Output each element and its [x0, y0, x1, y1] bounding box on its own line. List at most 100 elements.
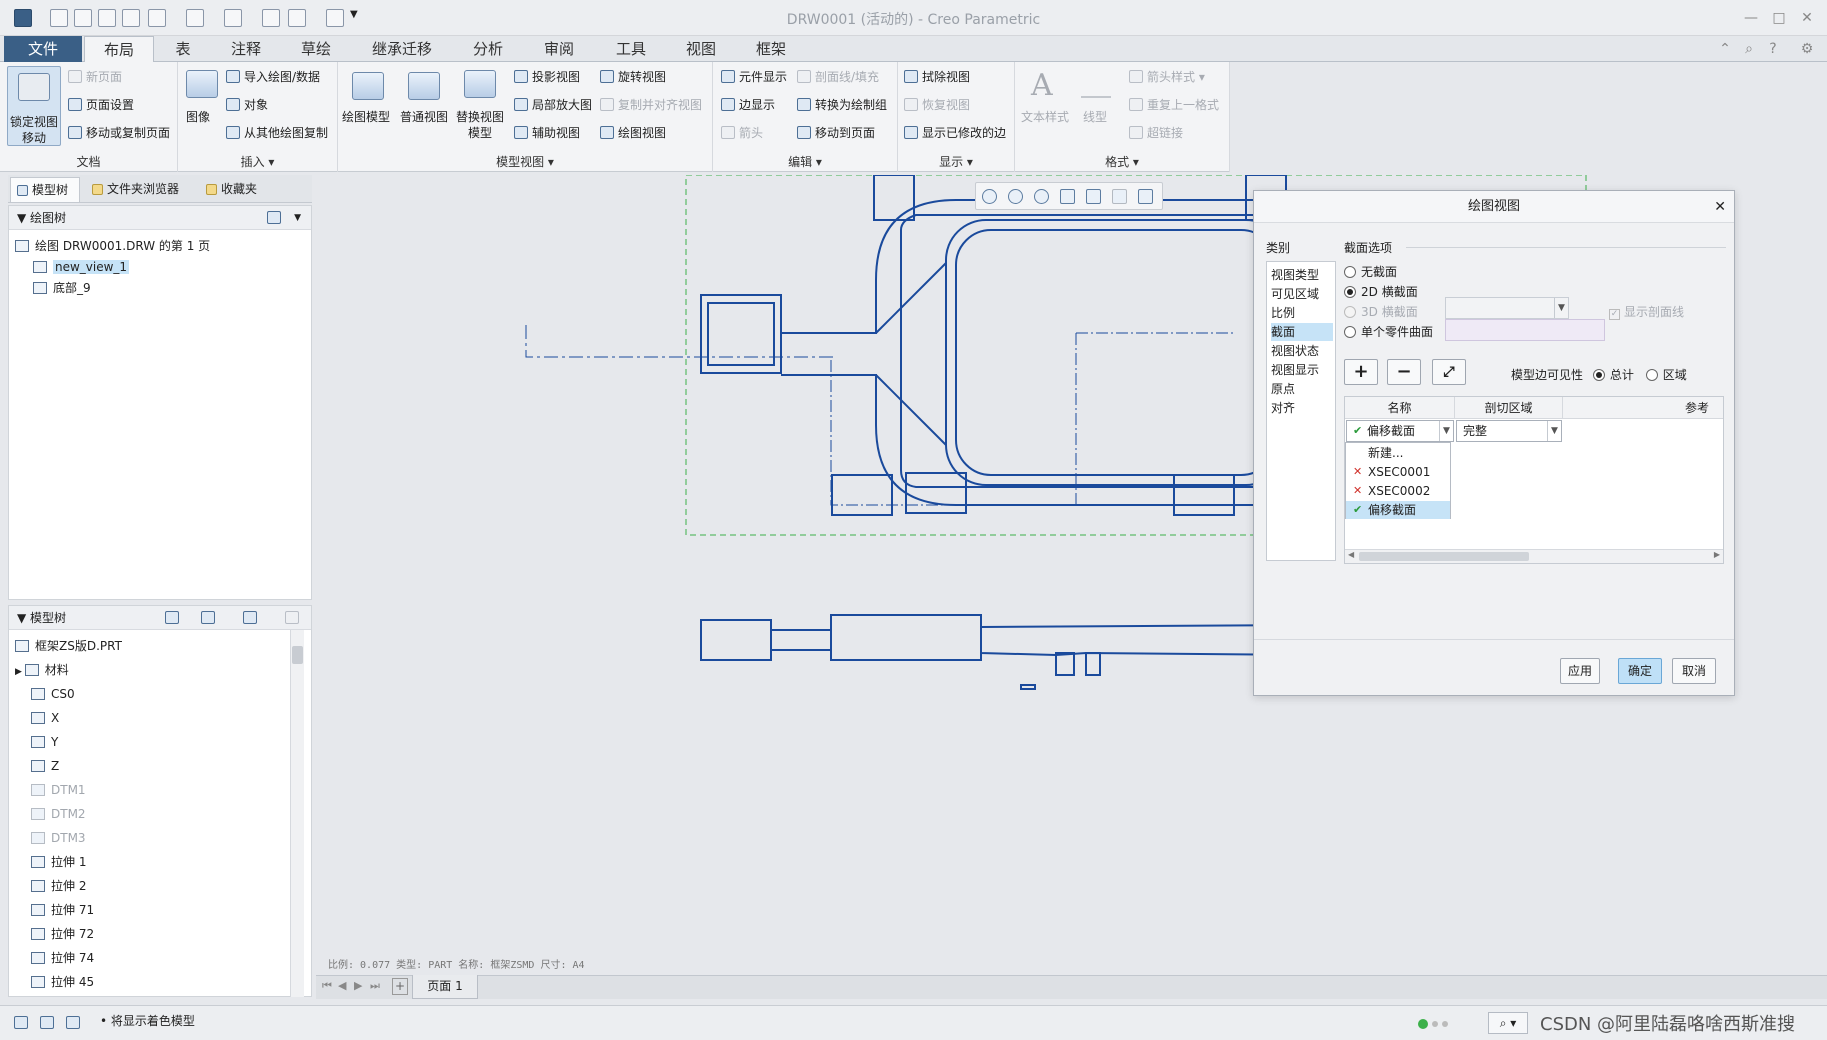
- scrollbar-thumb[interactable]: [1359, 552, 1529, 561]
- section-fill-button[interactable]: 剖面线/填充: [797, 68, 879, 85]
- tab-frame[interactable]: 框架: [736, 36, 806, 62]
- page-tab-1[interactable]: 页面 1: [412, 975, 478, 999]
- tab-file[interactable]: 文件: [4, 36, 82, 62]
- cut-area-select[interactable]: 完整 ▼: [1456, 420, 1562, 442]
- model-tree-item[interactable]: Z: [31, 756, 59, 776]
- replace-view-icon[interactable]: [464, 70, 496, 98]
- dropdown-item[interactable]: ✕ XSEC0001: [1346, 463, 1450, 481]
- refit-icon[interactable]: [982, 189, 997, 204]
- erase-view-button[interactable]: 拭除视图: [904, 68, 970, 85]
- replace-view-label[interactable]: 替换视图: [456, 108, 504, 125]
- minimize-icon[interactable]: —: [1740, 8, 1762, 28]
- tab-annotate[interactable]: 注释: [212, 36, 280, 62]
- model-tree-item[interactable]: 拉伸 74: [31, 948, 94, 968]
- category-item[interactable]: 比例: [1271, 304, 1333, 322]
- show-xhatch-checkbox[interactable]: ✓ 显示剖面线: [1609, 303, 1684, 320]
- category-item[interactable]: 可见区域: [1271, 285, 1333, 303]
- display-style-icon[interactable]: [1086, 189, 1101, 204]
- group-label-display[interactable]: 显示 ▾: [898, 153, 1014, 170]
- single-surface-collector[interactable]: [1445, 319, 1605, 341]
- image-icon[interactable]: [186, 70, 218, 98]
- model-tree-item[interactable]: 拉伸 72: [31, 924, 94, 944]
- category-item[interactable]: 对齐: [1271, 399, 1333, 417]
- maximize-icon[interactable]: □: [1768, 8, 1790, 28]
- radio-2d-section[interactable]: 2D 横截面: [1344, 283, 1418, 300]
- group-label-insert[interactable]: 插入 ▾: [178, 153, 337, 170]
- filter-icon[interactable]: [285, 611, 299, 624]
- toggle-navigator-icon[interactable]: [14, 1016, 28, 1029]
- page-nav-last-icon[interactable]: ⏭: [370, 979, 380, 993]
- add-section-button[interactable]: +: [1344, 359, 1378, 385]
- general-view-icon[interactable]: [408, 72, 440, 100]
- drawing-view-button[interactable]: 绘图视图: [600, 124, 666, 141]
- model-tree-item[interactable]: ▶ 材料: [15, 660, 69, 680]
- projection-view-button[interactable]: 投影视图: [514, 68, 580, 85]
- minimize-ribbon-icon[interactable]: ⌃: [1714, 39, 1736, 59]
- model-tree-scrollbar[interactable]: [290, 630, 304, 997]
- radio-area[interactable]: 区域: [1645, 368, 1687, 382]
- tree-settings-icon[interactable]: [243, 611, 257, 624]
- copy-from-drawing-button[interactable]: 从其他绘图复制: [226, 124, 328, 141]
- model-tree-item[interactable]: 拉伸 1: [31, 852, 86, 872]
- tree-settings-dropdown-icon[interactable]: ▼: [294, 206, 301, 230]
- remove-section-button[interactable]: −: [1387, 359, 1421, 385]
- model-tree-item[interactable]: Y: [31, 732, 58, 752]
- saved-views-icon[interactable]: [1112, 189, 1127, 204]
- hyperlink-button[interactable]: 超链接: [1129, 124, 1183, 141]
- add-page-icon[interactable]: +: [392, 978, 408, 995]
- flip-section-button[interactable]: ⤢: [1432, 359, 1466, 385]
- import-drawing-button[interactable]: 导入绘图/数据: [226, 68, 320, 85]
- detailed-view-button[interactable]: 局部放大图: [514, 96, 592, 113]
- model-tree-item[interactable]: DTM1: [31, 780, 86, 800]
- convert-group-button[interactable]: 转换为绘制组: [797, 96, 887, 113]
- radio-no-section[interactable]: 无截面: [1344, 263, 1397, 280]
- group-label-format[interactable]: 格式 ▾: [1015, 153, 1229, 170]
- tab-model-tree[interactable]: 模型树: [10, 177, 80, 202]
- tab-favorites[interactable]: 收藏夹: [200, 177, 282, 202]
- dropdown-item[interactable]: ✕ XSEC0002: [1346, 482, 1450, 500]
- tab-legacy[interactable]: 继承迁移: [352, 36, 452, 62]
- text-style-label[interactable]: 文本样式: [1021, 108, 1069, 125]
- tab-view[interactable]: 视图: [668, 36, 734, 62]
- browser-icon[interactable]: [40, 1016, 54, 1029]
- page-nav-first-icon[interactable]: ⏮: [322, 979, 332, 993]
- help-icon[interactable]: ?: [1762, 39, 1784, 59]
- arrow-button[interactable]: 箭头: [721, 124, 763, 141]
- model-tree-item[interactable]: 拉伸 45: [31, 972, 94, 992]
- scroll-right-icon[interactable]: ▶: [1714, 550, 1720, 559]
- object-button[interactable]: 对象: [226, 96, 268, 113]
- model-tree-item[interactable]: CS0: [31, 684, 75, 704]
- dialog-close-icon[interactable]: ✕: [1714, 191, 1726, 223]
- repeat-format-button[interactable]: 重复上一格式: [1129, 96, 1219, 113]
- cancel-button[interactable]: 取消: [1672, 658, 1716, 684]
- drawing-model-icon[interactable]: [352, 72, 384, 100]
- radio-total[interactable]: 总计: [1592, 368, 1634, 382]
- datum-display-icon[interactable]: [1138, 189, 1153, 204]
- zoom-in-icon[interactable]: [1008, 189, 1023, 204]
- category-item[interactable]: 截面: [1271, 323, 1333, 341]
- category-item[interactable]: 原点: [1271, 380, 1333, 398]
- group-label-edit[interactable]: 编辑 ▾: [713, 153, 897, 170]
- dropdown-item[interactable]: ✔ 偏移截面: [1346, 501, 1450, 519]
- model-tree-item[interactable]: DTM3: [31, 828, 86, 848]
- tab-analysis[interactable]: 分析: [454, 36, 522, 62]
- auxiliary-view-button[interactable]: 辅助视图: [514, 124, 580, 141]
- close-icon[interactable]: ✕: [1796, 8, 1818, 28]
- zoom-out-icon[interactable]: [1034, 189, 1049, 204]
- search-icon[interactable]: ⌕: [1738, 39, 1760, 59]
- show-icon[interactable]: [165, 611, 179, 624]
- model-tree-item[interactable]: 拉伸 2: [31, 876, 86, 896]
- expand-arrow-icon[interactable]: ▶: [15, 667, 25, 677]
- dropdown-item[interactable]: 新建...: [1346, 444, 1450, 462]
- new-page-button[interactable]: 新页面: [68, 68, 122, 85]
- table-hscrollbar[interactable]: ◀ ▶: [1345, 549, 1723, 563]
- drawing-tree-item-bottom[interactable]: 底部_9: [33, 278, 91, 298]
- general-view-label[interactable]: 普通视图: [400, 108, 448, 125]
- line-style-label[interactable]: 线型: [1083, 108, 1107, 125]
- model-tree-header[interactable]: ▼ 模型树: [9, 606, 311, 630]
- section-name-select[interactable]: ✔ 偏移截面 ▼: [1346, 420, 1454, 442]
- group-label-model-views[interactable]: 模型视图 ▾: [338, 153, 712, 170]
- drawing-tree-root[interactable]: 绘图 DRW0001.DRW 的第 1 页: [15, 236, 210, 256]
- model-tree-item[interactable]: X: [31, 708, 59, 728]
- tab-sketch[interactable]: 草绘: [282, 36, 350, 62]
